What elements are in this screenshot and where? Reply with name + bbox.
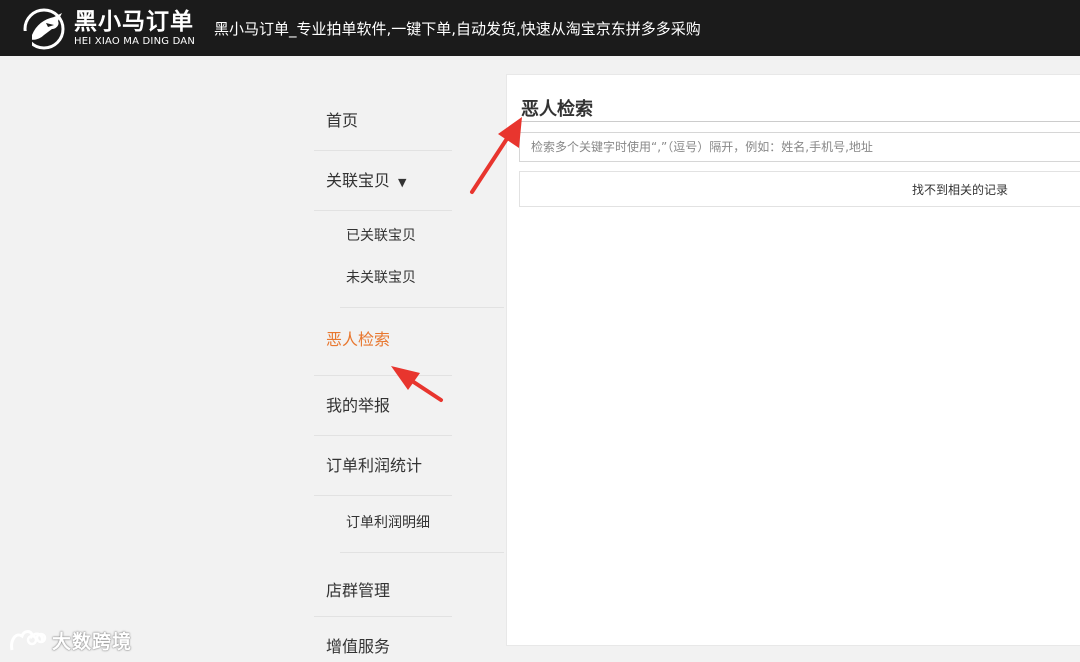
sidebar-item-label: 首页 [326, 111, 359, 130]
sidebar-subitem-profit-details[interactable]: 订单利润明细 [340, 502, 504, 544]
sidebar-subgroup-profit: 订单利润明细 [340, 496, 504, 553]
sidebar-item-value-added[interactable]: 增值服务 [314, 617, 452, 662]
top-header-bar: 黑小马订单 HEI XIAO MA DING DAN 黑小马订单_专业拍单软件,… [0, 0, 1080, 56]
sidebar-item-label: 增值服务 [326, 637, 391, 656]
sidebar-item-related-products[interactable]: 关联宝贝 ▼ [314, 151, 452, 211]
sidebar-item-home[interactable]: 首页 [314, 91, 452, 151]
sidebar-item-store-group[interactable]: 店群管理 [314, 553, 452, 617]
watermark-logo-icon [10, 630, 47, 651]
horse-logo-icon [18, 8, 65, 51]
sidebar-item-my-reports[interactable]: 我的举报 [314, 376, 452, 436]
sidebar-item-blacklist-search[interactable]: 恶人检索 [314, 308, 452, 376]
watermark: 大数跨境 [8, 626, 132, 654]
title-divider [519, 121, 1080, 122]
empty-state-message: 找不到相关的记录 [912, 183, 1009, 197]
sidebar-subitem-linked-products[interactable]: 已关联宝贝 [340, 215, 504, 257]
watermark-text: 大数跨境 [52, 630, 133, 653]
sidebar-item-label: 订单利润统计 [326, 456, 423, 475]
sidebar-subgroup-related: 已关联宝贝 未关联宝贝 [340, 211, 504, 308]
sidebar-item-label: 恶人检索 [326, 330, 391, 349]
sidebar-item-label: 关联宝贝 [326, 171, 391, 190]
sidebar-item-label: 店群管理 [326, 581, 391, 600]
header-slogan: 黑小马订单_专业拍单软件,一键下单,自动发货,快速从淘宝京东拼多多采购 [214, 19, 701, 38]
main-panel: 恶人检索 找不到相关的记录 [506, 74, 1080, 646]
sidebar-item-profit-stats[interactable]: 订单利润统计 [314, 436, 452, 496]
brand-name: 黑小马订单 [74, 8, 194, 35]
sidebar-subitem-unlinked-products[interactable]: 未关联宝贝 [340, 257, 504, 299]
brand-name-pinyin: HEI XIAO MA DING DAN [74, 35, 196, 47]
search-input[interactable] [519, 132, 1080, 162]
sidebar-item-label: 我的举报 [326, 396, 391, 415]
caret-down-icon: ▼ [398, 176, 407, 189]
page-title: 恶人检索 [521, 99, 593, 120]
result-table: 找不到相关的记录 [519, 171, 1080, 207]
sidebar-nav: 首页 关联宝贝 ▼ 已关联宝贝 未关联宝贝 恶人检索 我的举报 订单利润统计 订单… [314, 92, 504, 662]
brand-logo[interactable]: 黑小马订单 HEI XIAO MA DING DAN [18, 5, 200, 51]
